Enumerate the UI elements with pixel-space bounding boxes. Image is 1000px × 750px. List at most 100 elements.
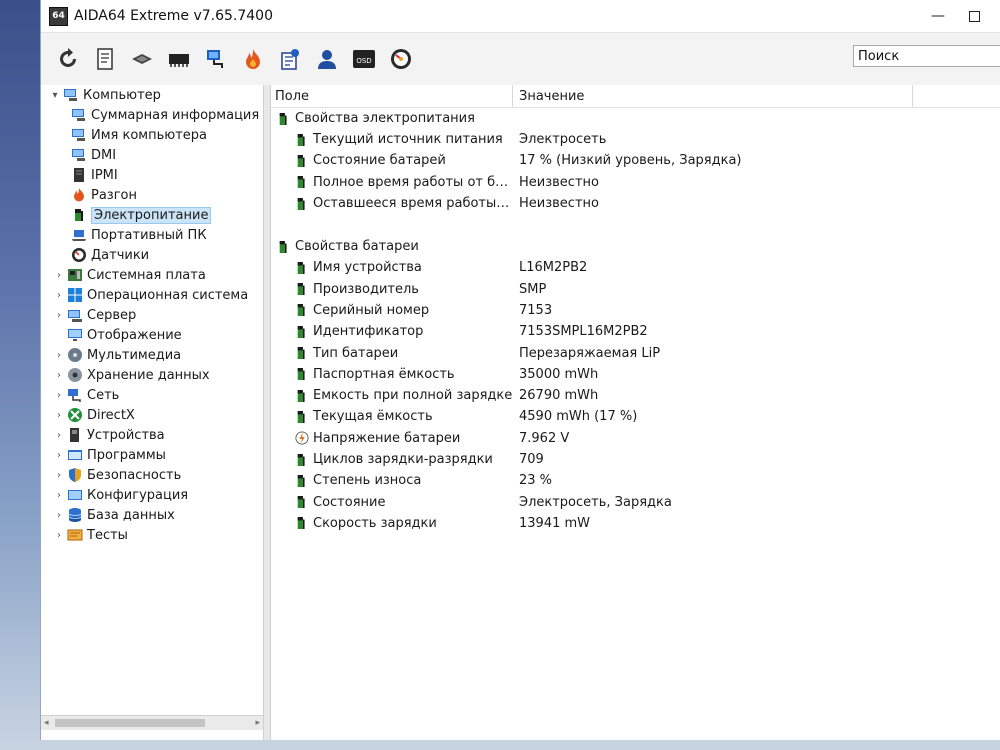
laptop-icon xyxy=(72,230,86,241)
tree-label: Электропитание xyxy=(91,206,212,224)
table-row[interactable]: Оставшееся время работы от батареи Неизве… xyxy=(271,193,1000,214)
benchmark-button[interactable] xyxy=(273,42,307,76)
tree-node-power[interactable]: Электропитание xyxy=(41,205,263,225)
expand-icon[interactable]: › xyxy=(53,470,65,481)
programs-icon xyxy=(68,450,82,460)
expand-icon[interactable]: › xyxy=(53,310,65,321)
table-row[interactable]: Серийный номер 7153 xyxy=(271,300,1000,321)
scroll-right-icon[interactable]: ▸ xyxy=(255,718,263,728)
network-button[interactable] xyxy=(199,42,233,76)
tree-node-multimedia[interactable]: › Мультимедиа xyxy=(41,345,263,365)
tree-label: Компьютер xyxy=(83,87,161,103)
table-row[interactable]: Производитель SMP xyxy=(271,278,1000,299)
tree-label: Хранение данных xyxy=(87,367,210,383)
column-value-header[interactable]: Значение xyxy=(513,85,913,107)
tree-node-programs[interactable]: › Программы xyxy=(41,445,263,465)
table-row[interactable]: Скорость зарядки 13941 mW xyxy=(271,513,1000,534)
table-row[interactable]: Полное время работы от батареи Неизвестно xyxy=(271,172,1000,193)
table-row[interactable]: Тип батареи Перезаряжаемая LiP xyxy=(271,342,1000,363)
flame-button[interactable] xyxy=(236,42,270,76)
field-value: 17 % (Низкий уровень, Зарядка) xyxy=(519,153,742,169)
devices-icon xyxy=(70,428,79,442)
scrollbar-thumb[interactable] xyxy=(55,719,205,727)
table-row[interactable]: Паспортная ёмкость 35000 mWh xyxy=(271,364,1000,385)
expand-icon[interactable]: › xyxy=(53,490,65,501)
tree-node-summary[interactable]: Суммарная информация xyxy=(41,105,263,125)
expand-icon[interactable]: › xyxy=(53,510,65,521)
user-button[interactable] xyxy=(310,42,344,76)
field-label: Полное время работы от батареи xyxy=(313,174,513,190)
table-row[interactable]: Текущая ёмкость 4590 mWh (17 %) xyxy=(271,406,1000,427)
config-icon xyxy=(68,490,82,500)
chip-button[interactable] xyxy=(162,42,196,76)
tree-node-config[interactable]: › Конфигурация xyxy=(41,485,263,505)
tree-node-storage[interactable]: › Хранение данных xyxy=(41,365,263,385)
expand-icon[interactable]: › xyxy=(53,530,65,541)
table-row[interactable]: Циклов зарядки-разрядки 709 xyxy=(271,449,1000,470)
memory-button[interactable] xyxy=(125,42,159,76)
report-button[interactable] xyxy=(88,42,122,76)
tree-node-computer[interactable]: ▾ Компьютер xyxy=(41,85,263,105)
column-field-header[interactable]: Поле xyxy=(271,85,513,107)
expand-icon[interactable]: › xyxy=(53,390,65,401)
expand-icon[interactable]: › xyxy=(53,410,65,421)
computer-icon xyxy=(64,89,77,101)
collapse-icon[interactable]: ▾ xyxy=(49,90,61,101)
multimedia-icon xyxy=(68,348,82,362)
expand-icon[interactable]: › xyxy=(53,290,65,301)
battery-icon xyxy=(279,112,287,125)
tree-node-portable-pc[interactable]: Портативный ПК xyxy=(41,225,263,245)
table-row[interactable]: Текущий источник питания Электросеть xyxy=(271,129,1000,150)
tree-node-motherboard[interactable]: › Системная плата xyxy=(41,265,263,285)
table-row[interactable]: Идентификатор 7153SMPL16M2PB2 xyxy=(271,321,1000,342)
maximize-button[interactable] xyxy=(959,6,989,26)
field-label: Циклов зарядки-разрядки xyxy=(313,452,493,467)
tree-node-directx[interactable]: › DirectX xyxy=(41,405,263,425)
battery-icon xyxy=(297,517,305,530)
field-label: Состояние батарей xyxy=(313,153,446,169)
tree-node-display[interactable]: › Отображение xyxy=(41,325,263,345)
directx-icon xyxy=(68,408,82,422)
expand-icon[interactable]: › xyxy=(53,350,65,361)
tree-node-overclock[interactable]: Разгон xyxy=(41,185,263,205)
tree-node-devices[interactable]: › Устройства xyxy=(41,425,263,445)
search-input[interactable] xyxy=(853,45,1000,67)
tree-label: Портативный ПК xyxy=(91,227,207,243)
battery-icon xyxy=(297,154,305,167)
expand-icon[interactable]: › xyxy=(53,430,65,441)
tree-node-computer-name[interactable]: Имя компьютера xyxy=(41,125,263,145)
battery-icon xyxy=(297,325,305,338)
tree-node-sensors[interactable]: Датчики xyxy=(41,245,263,265)
expand-icon[interactable]: › xyxy=(53,370,65,381)
tree-label: Мультимедиа xyxy=(87,347,182,363)
refresh-button[interactable] xyxy=(51,42,85,76)
tree-node-network[interactable]: › Сеть xyxy=(41,385,263,405)
tree-node-server[interactable]: › Сервер xyxy=(41,305,263,325)
battery-icon xyxy=(297,368,305,381)
battery-icon xyxy=(297,389,305,402)
table-row[interactable]: Степень износа 23 % xyxy=(271,470,1000,491)
tree-node-dmi[interactable]: DMI xyxy=(41,145,263,165)
table-row[interactable]: Ёмкость при полной зарядке 26790 mWh xyxy=(271,385,1000,406)
server-icon xyxy=(68,310,82,322)
section-title: Свойства батареи xyxy=(295,239,419,255)
sensor-button[interactable] xyxy=(384,42,418,76)
table-row[interactable]: Состояние Электросеть, Зарядка xyxy=(271,491,1000,512)
osd-button[interactable]: OSD xyxy=(347,42,381,76)
table-row[interactable]: Состояние батарей 17 % (Низкий уровень, З… xyxy=(271,150,1000,171)
table-row[interactable]: Имя устройства L16M2PB2 xyxy=(271,257,1000,278)
minimize-button[interactable]: — xyxy=(923,6,953,26)
field-value: Перезаряжаемая LiP xyxy=(519,345,661,361)
tree-node-database[interactable]: › База данных xyxy=(41,505,263,525)
tree-node-security[interactable]: › Безопасность xyxy=(41,465,263,485)
tree-horizontal-scrollbar[interactable]: ◂ ▸ xyxy=(41,715,263,730)
scroll-left-icon[interactable]: ◂ xyxy=(41,718,49,728)
pane-splitter[interactable] xyxy=(264,85,271,740)
tree-node-tests[interactable]: › Тесты xyxy=(41,525,263,545)
expand-icon[interactable]: › xyxy=(53,450,65,461)
tree-node-ipmi[interactable]: IPMI xyxy=(41,165,263,185)
expand-icon[interactable]: › xyxy=(53,270,65,281)
field-value: 13941 mW xyxy=(519,515,591,531)
table-row[interactable]: Напряжение батареи 7.962 V xyxy=(271,428,1000,449)
tree-node-os[interactable]: › Операционная система xyxy=(41,285,263,305)
